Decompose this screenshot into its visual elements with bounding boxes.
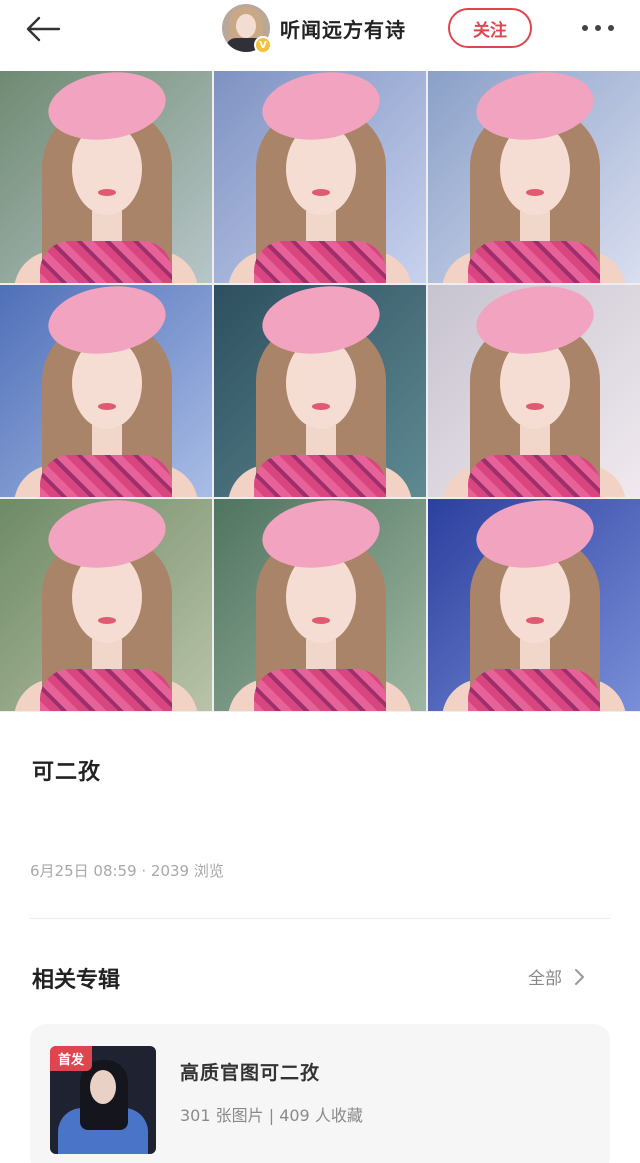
photo-detail	[254, 455, 386, 497]
photo-detail	[254, 241, 386, 283]
gallery-photo[interactable]	[0, 285, 212, 497]
photo-grid	[0, 71, 640, 712]
photo-detail	[312, 403, 330, 410]
gallery-photo[interactable]	[214, 285, 426, 497]
photo-detail	[520, 211, 550, 241]
gallery-photo[interactable]	[214, 71, 426, 283]
related-albums-title: 相关专辑	[32, 968, 121, 993]
back-button[interactable]	[18, 8, 68, 50]
gallery-photo[interactable]	[428, 71, 640, 283]
photo-detail	[306, 211, 336, 241]
gallery-photo[interactable]	[428, 285, 640, 497]
more-dots-icon	[595, 25, 601, 31]
photo-detail	[40, 669, 172, 711]
first-release-badge: 首发	[50, 1046, 93, 1071]
divider	[30, 918, 610, 919]
see-all-link[interactable]: 全部	[528, 964, 590, 989]
photo-detail	[92, 211, 122, 241]
photo-detail	[98, 403, 116, 410]
photo-detail	[520, 639, 550, 669]
photo-detail	[254, 669, 386, 711]
photo-detail	[40, 241, 172, 283]
more-dots-icon	[608, 25, 614, 31]
verified-badge-icon: V	[254, 36, 272, 54]
gallery-photo[interactable]	[0, 499, 212, 711]
photo-detail	[306, 639, 336, 669]
album-card[interactable]: 首发 高质官图可二孜 301 张图片 | 409 人收藏	[30, 1024, 610, 1163]
author-name[interactable]: 听闻远方有诗	[280, 14, 406, 43]
post-title: 可二孜	[32, 760, 102, 785]
photo-detail	[306, 425, 336, 455]
photo-detail	[98, 617, 116, 624]
photo-detail	[520, 425, 550, 455]
photo-detail	[312, 617, 330, 624]
photo-detail	[92, 425, 122, 455]
photo-detail	[526, 189, 544, 196]
follow-button[interactable]: 关注	[448, 8, 532, 48]
album-cover-image: 首发	[50, 1046, 156, 1154]
chevron-right-icon	[575, 968, 584, 985]
arrow-left-icon	[26, 16, 61, 42]
more-options-button[interactable]	[574, 10, 622, 46]
album-stats: 301 张图片 | 409 人收藏	[180, 1106, 363, 1125]
more-dots-icon	[582, 25, 588, 31]
photo-detail	[468, 241, 600, 283]
photo-detail	[468, 669, 600, 711]
gallery-photo[interactable]	[0, 71, 212, 283]
photo-detail	[40, 455, 172, 497]
photo-detail	[92, 639, 122, 669]
photo-detail	[526, 403, 544, 410]
author-avatar[interactable]: V	[222, 4, 272, 54]
top-bar: V 听闻远方有诗 关注	[0, 0, 640, 70]
photo-detail	[312, 189, 330, 196]
album-name: 高质官图可二孜	[180, 1062, 321, 1084]
see-all-label: 全部	[528, 969, 562, 989]
gallery-photo[interactable]	[214, 499, 426, 711]
photo-detail	[98, 189, 116, 196]
post-meta: 6月25日 08:59 · 2039 浏览	[30, 862, 224, 880]
photo-detail	[526, 617, 544, 624]
post-content: 可二孜 6月25日 08:59 · 2039 浏览 相关专辑 全部 首发 高质官…	[0, 712, 640, 1163]
gallery-photo[interactable]	[428, 499, 640, 711]
photo-detail	[468, 455, 600, 497]
